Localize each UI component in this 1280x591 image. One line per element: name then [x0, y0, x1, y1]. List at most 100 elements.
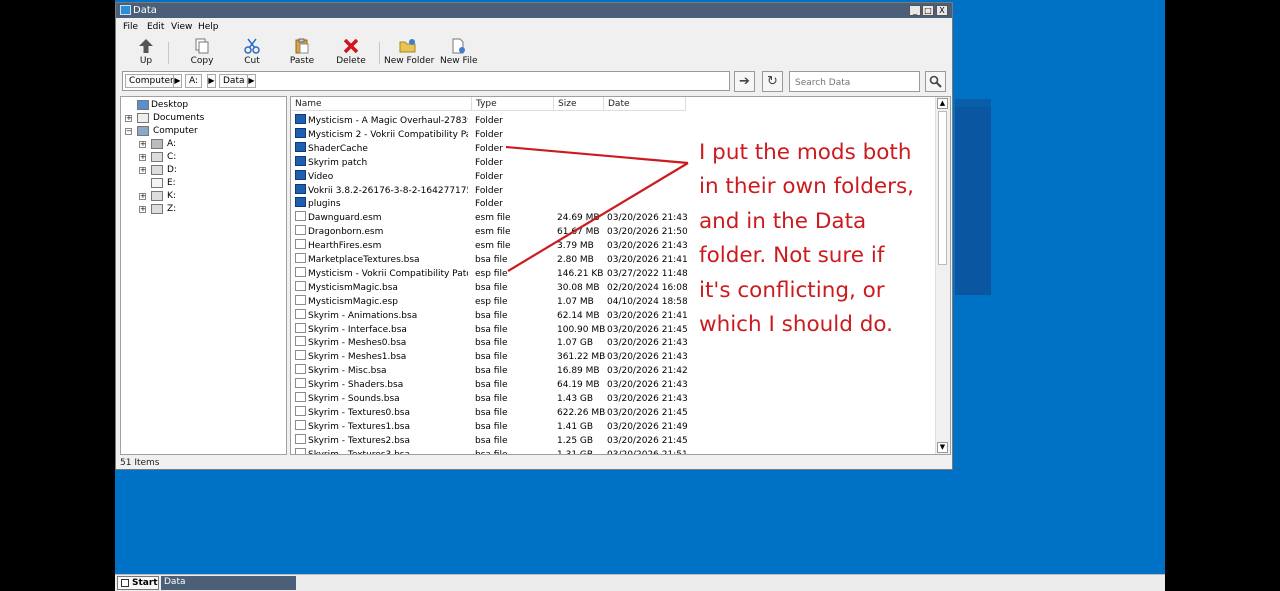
folder-icon — [295, 183, 306, 194]
file-icon — [295, 447, 306, 454]
chevron-right-icon[interactable]: ▶ — [207, 74, 216, 88]
file-icon — [295, 419, 306, 430]
cell-type: esp file — [475, 268, 508, 279]
cell-name: MysticismMagic.bsa — [308, 282, 398, 293]
close-button[interactable]: X — [936, 5, 948, 16]
cell-size: 361.22 MB — [557, 352, 605, 363]
cell-date: 03/20/2026 21:42 — [607, 366, 687, 377]
cell-date: 03/20/2026 21:50 — [607, 227, 687, 238]
cell-name: Skyrim - Textures3.bsa — [308, 449, 411, 455]
menu-file[interactable]: File — [123, 22, 138, 32]
column-header-date[interactable]: Date — [604, 97, 686, 111]
table-row[interactable]: Skyrim - Textures1.bsa bsa file 1.41 GB 03/… — [291, 419, 941, 434]
file-icon — [295, 308, 306, 319]
cell-date: 03/20/2026 21:43 — [607, 338, 687, 349]
table-row[interactable]: Skyrim - Textures0.bsa bsa file 622.26 MB 0… — [291, 405, 941, 420]
table-row[interactable]: Mysticism - A Magic Overhaul-27839-2-...… — [291, 114, 941, 128]
annotation-line: folder. Not sure if — [699, 243, 885, 269]
cell-date: 03/20/2026 21:51 — [607, 449, 687, 455]
menu-view[interactable]: View — [171, 22, 192, 32]
folder-icon — [295, 169, 306, 180]
cell-date: 03/20/2026 21:43 — [607, 352, 687, 363]
file-icon — [295, 322, 306, 333]
address-bar[interactable]: Computer ▶ A: ▶ Data ▶ — [122, 71, 730, 91]
new-file-icon — [452, 38, 465, 54]
table-row[interactable]: Skyrim - Shaders.bsa bsa file 64.19 MB 03/2… — [291, 378, 941, 392]
cell-type: bsa file — [475, 352, 508, 363]
chevron-right-icon[interactable]: ▶ — [173, 74, 182, 88]
chevron-right-icon[interactable]: ▶ — [247, 74, 256, 88]
start-icon — [121, 579, 129, 587]
cell-date: 03/20/2026 21:43 — [607, 394, 687, 404]
expand-icon[interactable]: + — [139, 206, 146, 213]
expand-icon[interactable]: + — [139, 141, 146, 148]
taskbar-item-data[interactable]: Data — [161, 576, 296, 590]
toolbar-separator — [168, 42, 169, 64]
cell-name: Mysticism - A Magic Overhaul-27839-2-... — [308, 116, 468, 126]
table-row[interactable]: Skyrim - Sounds.bsa bsa file 1.43 GB 03/20/… — [291, 392, 941, 406]
expand-icon[interactable]: + — [139, 193, 146, 200]
new-folder-button[interactable]: New Folder — [384, 38, 434, 68]
column-header-size[interactable]: Size — [554, 97, 604, 111]
table-row[interactable]: Skyrim - Misc.bsa bsa file 16.89 MB 03/20/2… — [291, 364, 941, 378]
go-button[interactable]: ➔ — [734, 71, 755, 92]
cut-button[interactable]: Cut — [240, 38, 264, 68]
cell-date: 04/10/2024 18:58 — [607, 296, 687, 307]
copy-button[interactable]: Copy — [188, 38, 216, 68]
paste-button[interactable]: Paste — [288, 38, 316, 68]
table-row[interactable]: Skyrim - Meshes1.bsa bsa file 361.22 MB 03/… — [291, 350, 941, 364]
cell-size: 146.21 KB — [557, 268, 604, 279]
folder-icon — [295, 155, 306, 166]
refresh-button[interactable]: ↻ — [762, 71, 783, 92]
file-icon — [295, 433, 306, 444]
column-header-name[interactable]: Name — [291, 97, 472, 111]
breadcrumb-drive-a[interactable]: A: — [185, 74, 203, 88]
paste-label: Paste — [289, 56, 315, 66]
expand-icon[interactable]: + — [139, 154, 146, 161]
cell-size: 64.19 MB — [557, 380, 600, 391]
breadcrumb-data[interactable]: Data — [219, 74, 249, 88]
cell-name: Skyrim - Meshes1.bsa — [308, 352, 407, 363]
file-icon — [295, 336, 306, 347]
cell-date: 03/20/2026 21:43 — [607, 380, 687, 391]
cell-name: MarketplaceTextures.bsa — [308, 255, 420, 265]
expand-icon[interactable]: + — [139, 167, 146, 174]
cell-date: 03/20/2026 21:45 — [607, 407, 687, 418]
cell-type: bsa file — [475, 380, 508, 391]
cell-size: 1.43 GB — [557, 394, 594, 404]
scroll-up-icon[interactable]: ▲ — [937, 98, 948, 109]
menu-edit[interactable]: Edit — [147, 22, 164, 32]
cell-name: Skyrim - Sounds.bsa — [308, 394, 400, 404]
start-button[interactable]: Start — [117, 576, 159, 590]
annotation-line: it's conflicting, or — [699, 277, 885, 303]
annotation-line: I put the mods both — [699, 140, 912, 165]
title-bar[interactable]: Data _ □ X — [116, 3, 952, 18]
cell-size: 62.14 MB — [557, 310, 600, 321]
cell-date: 03/20/2026 21:41 — [607, 310, 687, 321]
annotation-text: I put the mods both in their own folders… — [699, 136, 949, 342]
cell-type: bsa file — [475, 421, 508, 432]
folder-icon — [295, 141, 306, 152]
cell-date: 03/20/2026 21:45 — [607, 435, 687, 446]
search-input[interactable] — [789, 71, 920, 92]
minimize-button[interactable]: _ — [909, 5, 921, 16]
status-item-count: 51 Items — [120, 458, 160, 468]
up-arrow-icon — [139, 39, 153, 53]
cut-label: Cut — [244, 56, 260, 66]
new-file-button[interactable]: New File — [440, 38, 478, 68]
expand-icon[interactable]: + — [125, 115, 132, 122]
up-button[interactable]: Up — [134, 38, 158, 68]
breadcrumb-computer[interactable]: Computer — [125, 74, 178, 88]
scroll-down-icon[interactable]: ▼ — [937, 442, 948, 453]
cell-name: Skyrim - Textures0.bsa — [308, 407, 411, 418]
file-icon — [295, 364, 306, 375]
menu-help[interactable]: Help — [198, 22, 219, 32]
maximize-button[interactable]: □ — [922, 5, 934, 16]
table-row[interactable]: Skyrim - Textures2.bsa bsa file 1.25 GB 03/… — [291, 433, 941, 448]
delete-button[interactable]: Delete — [336, 38, 366, 68]
file-icon — [295, 211, 306, 222]
search-button[interactable] — [925, 71, 946, 92]
table-row[interactable]: Skyrim - Textures3.bsa bsa file 1.31 GB 03/… — [291, 447, 941, 455]
collapse-icon[interactable]: − — [125, 128, 132, 135]
column-header-type[interactable]: Type — [472, 97, 554, 111]
